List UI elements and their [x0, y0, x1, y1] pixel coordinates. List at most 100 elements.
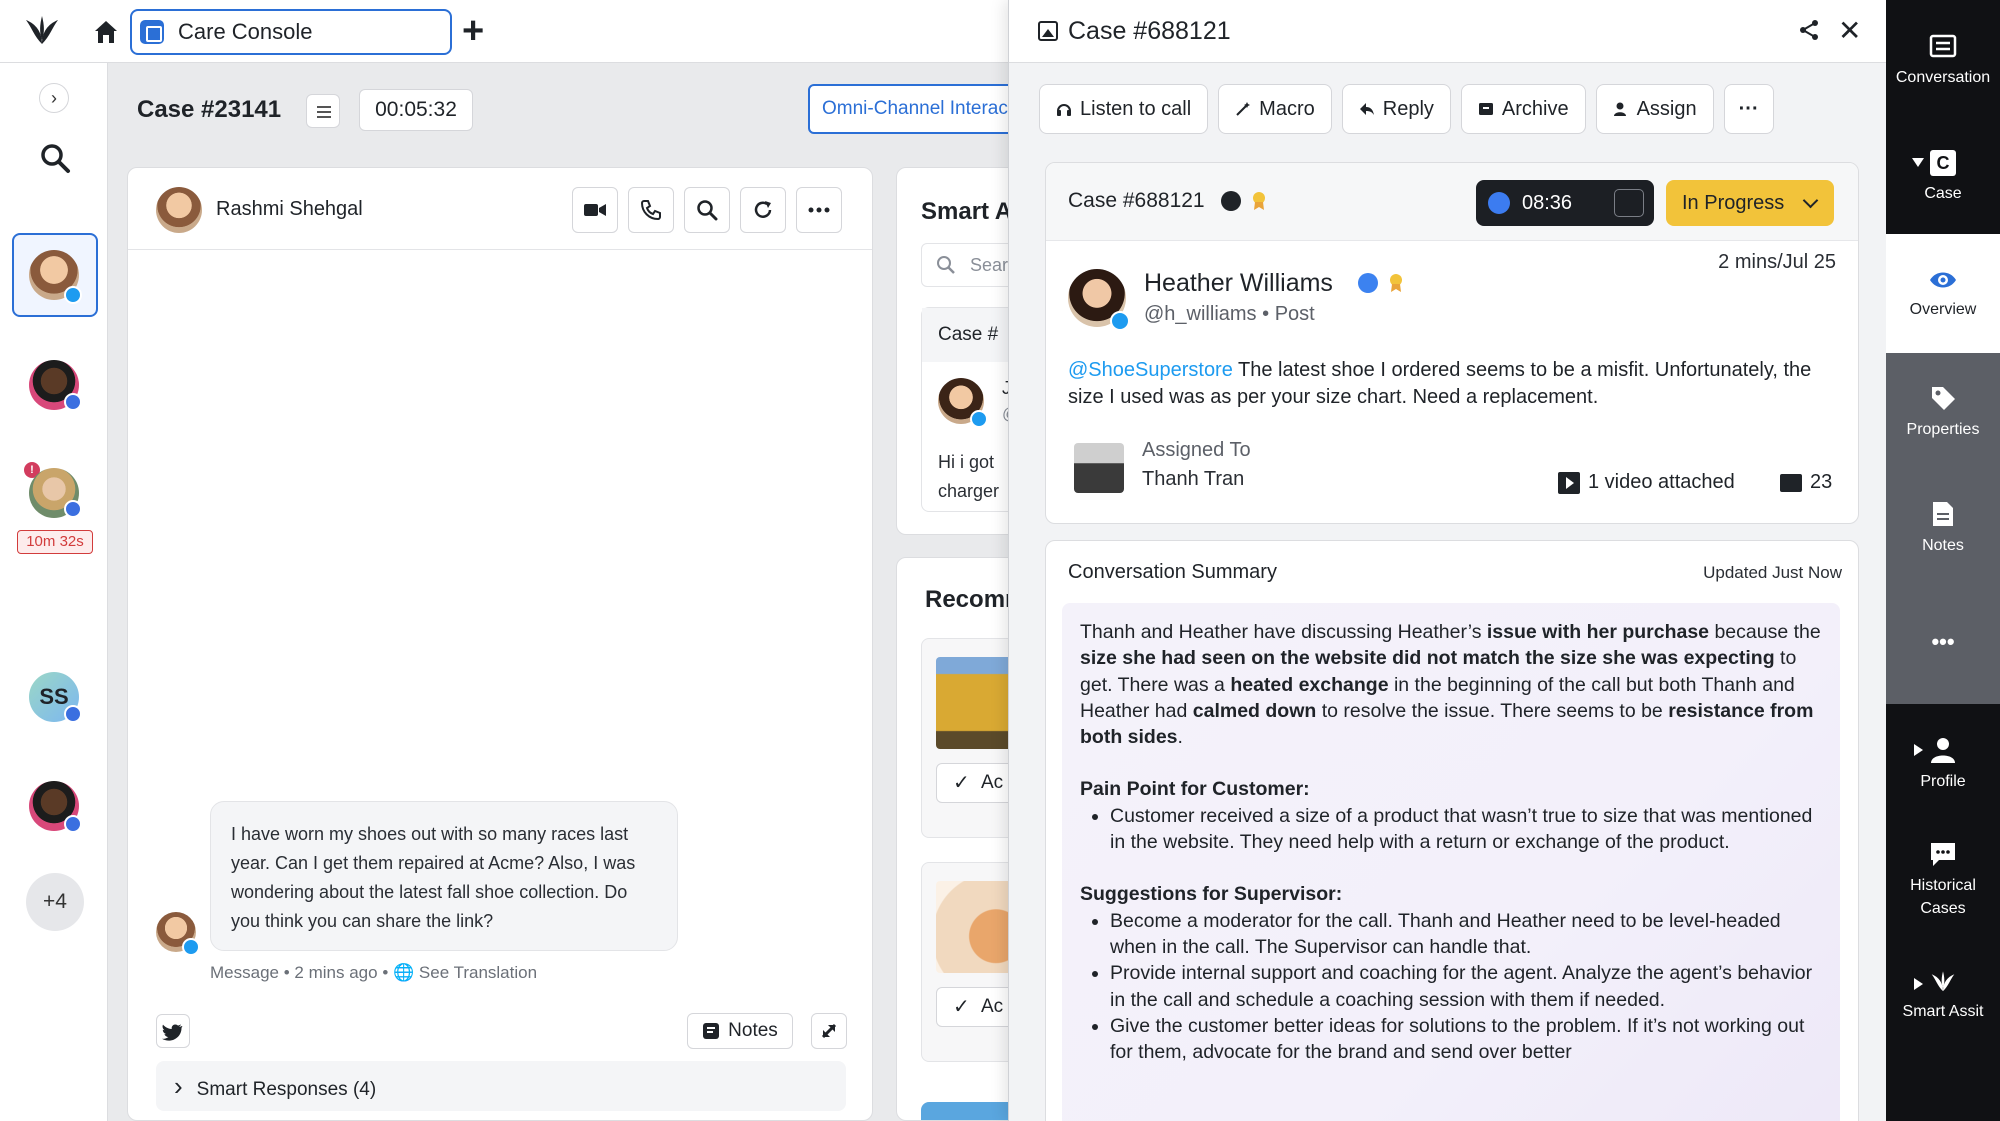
post-type: Post — [1274, 303, 1315, 325]
twitter-channel-button[interactable] — [156, 1014, 190, 1048]
rail-item-conversation[interactable]: Conversation — [1886, 32, 2000, 89]
button-label: Archive — [1501, 97, 1569, 120]
assign-button[interactable]: Assign — [1595, 84, 1714, 134]
more-icon: ··· — [1738, 97, 1759, 120]
rail-more-button[interactable]: ••• — [1886, 630, 2000, 653]
macro-button[interactable]: Macro — [1218, 84, 1332, 134]
rail-label: Notes — [1922, 537, 1964, 554]
smart-card-line: charger — [938, 481, 1000, 501]
chevron-right-icon: › — [174, 1071, 183, 1101]
tab-label: Care Console — [178, 19, 313, 44]
omni-channel-button[interactable]: Omni-Channel Interactions — [808, 84, 1018, 134]
author-name: Heather Williams — [1144, 269, 1333, 297]
more-actions-button[interactable]: ··· — [1723, 84, 1774, 134]
plus-icon[interactable]: + — [462, 12, 484, 50]
globe-icon: 🌐 — [393, 963, 415, 982]
case-card-header: Case #688121 08:36 In Progress — [1046, 163, 1858, 241]
expand-icon — [821, 1023, 837, 1039]
rail-item-overview[interactable]: Overview — [1886, 268, 2000, 321]
call-timer-pill[interactable]: 08:36 — [1476, 180, 1654, 226]
chat-icon — [1931, 843, 1955, 866]
avatar[interactable] — [156, 187, 202, 233]
search-icon — [937, 256, 955, 274]
twitter-icon — [970, 410, 988, 428]
headphones-icon — [1057, 104, 1071, 116]
case-icon: C — [1930, 150, 1956, 176]
share-icon[interactable] — [1797, 18, 1821, 42]
refresh-icon — [754, 201, 772, 218]
sprinklr-logo-icon — [1931, 971, 1955, 992]
status-dropdown[interactable]: In Progress — [1666, 180, 1834, 226]
rail-item-profile[interactable]: Profile — [1886, 736, 2000, 793]
rail-label: Smart Assit — [1902, 1003, 1984, 1020]
conversation-panel: Rashmi Shehgal I have worn my shoes out … — [127, 167, 873, 1121]
rail-item-historical-cases[interactable]: Historical Cases — [1886, 840, 2000, 920]
verified-icon — [1221, 191, 1241, 211]
message-type: Message — [210, 963, 279, 982]
home-icon[interactable] — [92, 18, 120, 46]
customer-name: Rashmi Shehgal — [216, 198, 363, 220]
award-icon — [1390, 274, 1402, 292]
headphones-icon[interactable] — [1614, 189, 1644, 217]
user-add-icon — [1613, 102, 1626, 116]
care-console-tab[interactable]: Care Console — [130, 9, 452, 55]
sprinklr-logo-icon[interactable] — [22, 14, 62, 48]
notes-button[interactable]: Notes — [687, 1013, 793, 1049]
document-icon — [1933, 502, 1953, 526]
rail-item-case[interactable]: C Case — [1886, 150, 2000, 205]
see-translation-link[interactable]: See Translation — [419, 963, 537, 982]
chevron-right-icon[interactable]: › — [39, 83, 69, 113]
refresh-button[interactable] — [740, 187, 786, 233]
rail-item-smart-assist[interactable]: Smart Assit — [1886, 970, 2000, 1023]
video-call-button[interactable] — [572, 187, 618, 233]
case-panel-title: Case #688121 — [1068, 17, 1231, 45]
separator: • — [1262, 303, 1270, 325]
pain-point-list: Customer received a size of a product th… — [1110, 803, 1824, 856]
phone-call-button[interactable] — [628, 187, 674, 233]
conversation-icon — [1929, 34, 1957, 58]
listen-to-call-button[interactable]: Listen to call — [1039, 84, 1209, 134]
search-icon[interactable] — [38, 141, 72, 175]
pain-point-title: Pain Point for Customer: — [1080, 778, 1310, 801]
rail-label: Overview — [1909, 301, 1977, 318]
mention-link[interactable]: @ShoeSuperstore — [1068, 359, 1233, 381]
button-label: Macro — [1259, 97, 1315, 120]
close-icon[interactable]: ✕ — [1838, 14, 1861, 47]
message-meta: Message • 2 mins ago • 🌐 See Translation — [210, 963, 537, 983]
verified-icon — [1358, 273, 1378, 293]
case-timer: 00:05:32 — [359, 89, 473, 131]
post-time: 2 mins/Jul 25 — [1718, 251, 1836, 273]
attachment-link[interactable]: 1 video attached — [1558, 471, 1735, 494]
user-icon — [1931, 738, 1955, 763]
assignee-name[interactable]: Thanh Tran — [1142, 468, 1244, 491]
summary-updated: Updated Just Now — [1703, 563, 1842, 582]
more-conversations-button[interactable]: +4 — [26, 873, 84, 931]
reply-button[interactable]: Reply — [1341, 84, 1451, 134]
summary-body: Thanh and Heather have discussing Heathe… — [1062, 603, 1840, 1121]
console-icon — [140, 20, 164, 44]
menu-icon[interactable] — [306, 94, 340, 128]
comments-count[interactable]: 23 — [1780, 471, 1832, 494]
top-bar: Care Console + — [0, 0, 1010, 63]
case-id: Case #688121 — [1068, 189, 1205, 212]
smart-responses-toggle[interactable]: › Smart Responses (4) — [156, 1061, 846, 1111]
case-detail-panel: Case #688121 ✕ Listen to call Macro Repl… — [1008, 0, 1886, 1121]
archive-button[interactable]: Archive — [1460, 84, 1586, 134]
facebook-icon — [64, 500, 82, 518]
rail-label: Conversation — [1895, 69, 1991, 86]
eye-icon — [1930, 272, 1956, 288]
video-icon — [584, 204, 606, 216]
rail-item-properties[interactable]: Properties — [1886, 384, 2000, 441]
search-button[interactable] — [684, 187, 730, 233]
smart-card-text: Hi i got charger — [938, 448, 999, 506]
conversation-header: Rashmi Shehgal — [128, 168, 872, 250]
left-rail: › ! 10m 32s SS +4 — [0, 63, 108, 1121]
list-item: Provide internal support and coaching fo… — [1110, 960, 1824, 1013]
more-options-button[interactable] — [796, 187, 842, 233]
list-item: Customer received a size of a product th… — [1110, 803, 1824, 856]
pop-out-button[interactable] — [811, 1013, 847, 1049]
twitter-icon — [1110, 311, 1130, 331]
author-handle[interactable]: @h_williams — [1144, 303, 1257, 325]
rail-item-notes[interactable]: Notes — [1886, 500, 2000, 557]
conversation-tools — [572, 187, 842, 233]
